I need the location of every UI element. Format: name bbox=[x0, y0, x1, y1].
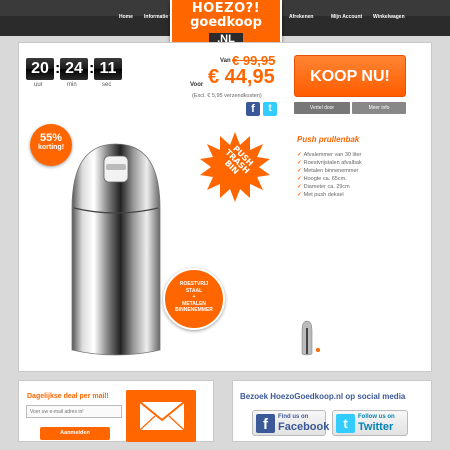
steel-line-5: BINNENEMMER bbox=[175, 307, 213, 313]
feature-text: Afvalemmer van 30 liter bbox=[303, 152, 362, 158]
feature-item: ✓ Roestvrijstalen afvalbak bbox=[297, 160, 362, 166]
feature-text: Met push deksel bbox=[303, 192, 344, 198]
feature-text: Roestvrijstalen afvalbak bbox=[303, 160, 362, 166]
email-input[interactable] bbox=[26, 405, 122, 418]
check-icon: ✓ bbox=[297, 192, 302, 198]
countdown-label-seconds: sec bbox=[102, 82, 112, 88]
shipping-note: (Excl. € 5,95 verzendkosten) bbox=[192, 93, 262, 99]
twitter-share-icon[interactable]: t bbox=[263, 102, 277, 116]
product-title: Push prullenbak bbox=[297, 135, 360, 144]
nav-item-afrekenen[interactable]: Afrekenen bbox=[289, 14, 313, 20]
more-info-button[interactable]: Meer info bbox=[352, 102, 406, 114]
feature-item: ✓ Hoogte ca. 65cm. bbox=[297, 176, 347, 182]
new-price: € 44,95 bbox=[208, 66, 275, 88]
old-price-label: Van bbox=[220, 58, 231, 64]
thumbnail-indicator bbox=[316, 348, 320, 352]
subscribe-button[interactable]: Aanmelden bbox=[40, 427, 110, 440]
nav-item-home[interactable]: Home bbox=[119, 14, 133, 20]
facebook-share-icon[interactable]: f bbox=[246, 102, 260, 116]
countdown-label-minutes: min bbox=[67, 82, 77, 88]
discount-percent: 55% bbox=[39, 132, 63, 144]
check-icon: ✓ bbox=[297, 168, 302, 174]
nav-item-informatie[interactable]: Informatie ▾ bbox=[144, 14, 172, 20]
feature-item: ✓ Afvalemmer van 30 liter bbox=[297, 152, 361, 158]
feature-item: ✓ Met push deksel bbox=[297, 192, 344, 198]
countdown-hours: 20 bbox=[26, 58, 54, 80]
check-icon: ✓ bbox=[297, 184, 302, 190]
facebook-label-top: Find us on bbox=[278, 414, 309, 420]
new-price-label: Voor bbox=[190, 82, 204, 88]
countdown-minutes: 24 bbox=[60, 58, 88, 80]
discount-label: korting! bbox=[37, 144, 65, 151]
countdown-label-hours: uur bbox=[34, 82, 43, 88]
check-icon: ✓ bbox=[297, 152, 302, 158]
feature-item: ✓ Diameter ca. 29cm bbox=[297, 184, 350, 190]
nav-item-mijn-account[interactable]: Mijn Account bbox=[331, 14, 362, 20]
site-logo[interactable]: HOEZO?! goedkoop .NL bbox=[170, 0, 282, 48]
twitter-button[interactable]: t Follow us on Twitter bbox=[332, 410, 408, 436]
feature-text: Hoogte ca. 65cm. bbox=[303, 176, 347, 182]
feature-item: ✓ Metalen binnenemmer bbox=[297, 168, 358, 174]
buy-now-button[interactable]: KOOP NU! bbox=[294, 55, 406, 97]
discount-badge: 55% korting! bbox=[30, 124, 72, 166]
share-button[interactable]: Vertel door bbox=[294, 102, 350, 114]
logo-line-2: goedkoop bbox=[190, 15, 262, 30]
logo-line-1: HOEZO?! bbox=[191, 1, 261, 16]
social-title: Bezoek HoezoGoedkoop.nl op social media bbox=[240, 392, 406, 401]
facebook-label-main: Facebook bbox=[278, 421, 330, 433]
facebook-icon: f bbox=[256, 414, 275, 433]
check-icon: ✓ bbox=[297, 176, 302, 182]
twitter-icon: t bbox=[336, 414, 355, 433]
twitter-label-main: Twitter bbox=[358, 421, 394, 433]
twitter-label-top: Follow us on bbox=[358, 414, 395, 420]
nav-item-winkelwagen[interactable]: Winkelwagen bbox=[373, 14, 405, 20]
facebook-button[interactable]: f Find us on Facebook bbox=[252, 410, 330, 436]
feature-text: Diameter ca. 29cm bbox=[303, 184, 350, 190]
product-thumbnail[interactable] bbox=[301, 320, 313, 356]
stainless-steel-badge: ROESTVRIJ STAAL + METALEN BINNENEMMER bbox=[163, 268, 225, 330]
check-icon: ✓ bbox=[297, 160, 302, 166]
envelope-icon bbox=[126, 390, 196, 442]
countdown-seconds: 11 bbox=[94, 58, 122, 80]
product-image-trash-bin bbox=[71, 143, 161, 356]
feature-text: Metalen binnenemmer bbox=[303, 168, 359, 174]
newsletter-title: Dagelijkse deal per mail! bbox=[27, 393, 109, 400]
